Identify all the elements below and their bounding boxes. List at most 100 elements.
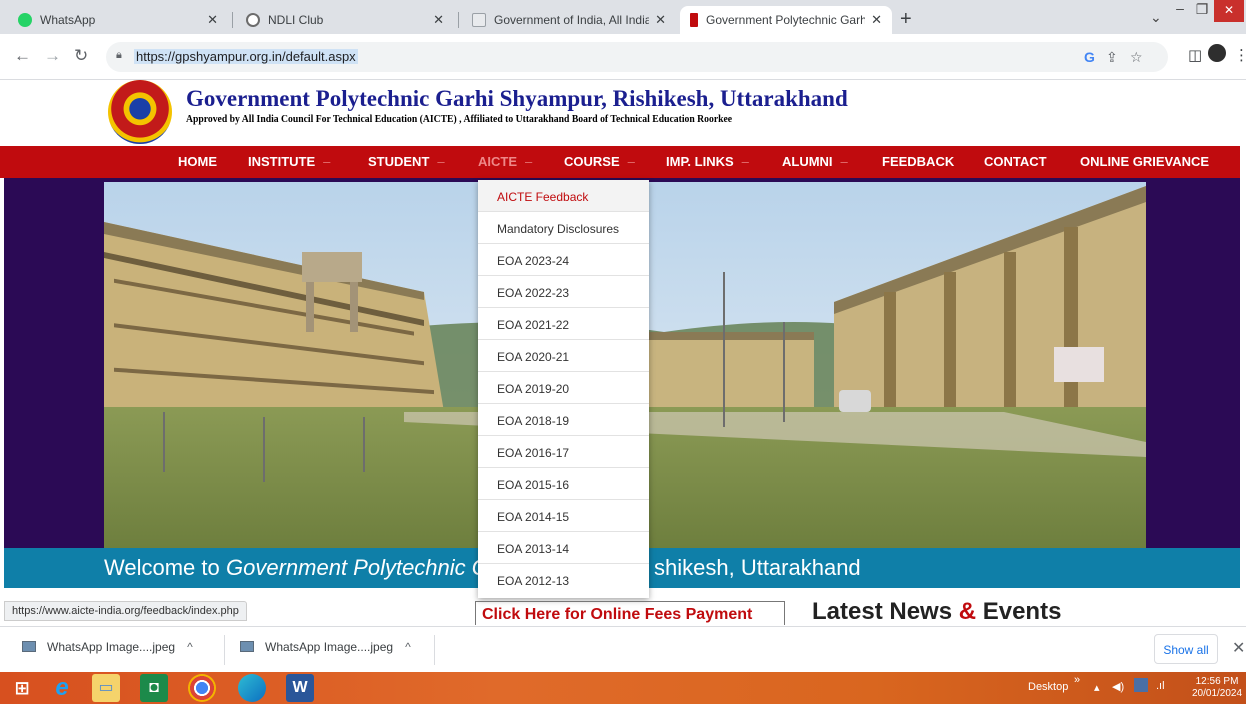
news-heading-part: Latest News bbox=[812, 598, 959, 625]
word-icon[interactable]: W bbox=[286, 674, 314, 702]
nav-contact[interactable]: CONTACT bbox=[984, 154, 1047, 169]
chevron-up-icon[interactable]: ^ bbox=[405, 640, 411, 654]
nav-label: IMP. LINKS bbox=[666, 154, 734, 169]
nav-label: STUDENT bbox=[368, 154, 430, 169]
tab-title: Government Polytechnic Garhi Sh bbox=[706, 13, 866, 27]
back-icon[interactable]: ← bbox=[14, 46, 31, 66]
windows-start-icon[interactable]: ⊞ bbox=[8, 674, 36, 702]
menu-item-eoa[interactable]: EOA 2018-19 bbox=[478, 404, 649, 436]
nav-imp-links[interactable]: IMP. LINKS – bbox=[666, 154, 749, 169]
nav-label: CONTACT bbox=[984, 154, 1047, 169]
menu-item-eoa[interactable]: EOA 2019-20 bbox=[478, 372, 649, 404]
action-center-icon[interactable] bbox=[1134, 678, 1148, 692]
forward-icon[interactable]: → bbox=[44, 46, 61, 66]
menu-item-eoa[interactable]: EOA 2015-16 bbox=[478, 468, 649, 500]
address-bar[interactable]: 🔒︎ https://gpshyampur.org.in/default.asp… bbox=[106, 42, 1168, 72]
page-icon bbox=[472, 13, 486, 27]
profile-avatar-icon[interactable] bbox=[1208, 44, 1226, 62]
image-file-icon bbox=[22, 641, 36, 652]
menu-item-eoa[interactable]: EOA 2016-17 bbox=[478, 436, 649, 468]
menu-item-eoa[interactable]: EOA 2020-21 bbox=[478, 340, 649, 372]
chevron-right-icon[interactable]: » bbox=[1074, 674, 1080, 686]
nav-feedback[interactable]: FEEDBACK bbox=[882, 154, 954, 169]
news-heading-part: Events bbox=[976, 598, 1062, 625]
nav-label: FEEDBACK bbox=[882, 154, 955, 169]
download-item[interactable]: WhatsApp Image....jpeg ^ bbox=[22, 640, 193, 654]
close-icon[interactable]: ✕ bbox=[207, 12, 218, 28]
site-subtitle: Approved by All India Council For Techni… bbox=[186, 113, 733, 125]
menu-item-eoa[interactable]: EOA 2013-14 bbox=[478, 532, 649, 564]
browser-toolbar: ← → ↻ 🔒︎ https://gpshyampur.org.in/defau… bbox=[0, 34, 1246, 80]
file-explorer-icon[interactable]: ▭ bbox=[92, 674, 120, 702]
dropdown-arrow-icon: – bbox=[840, 154, 848, 169]
bookmark-star-icon[interactable]: ☆ bbox=[1130, 49, 1143, 66]
menu-item-eoa[interactable]: EOA 2022-23 bbox=[478, 276, 649, 308]
ndli-icon bbox=[246, 13, 260, 27]
dropdown-arrow-icon: – bbox=[525, 154, 533, 169]
tab-whatsapp[interactable]: WhatsApp ✕ bbox=[8, 6, 228, 34]
tab-divider bbox=[458, 12, 459, 28]
menu-item-eoa[interactable]: EOA 2021-22 bbox=[478, 308, 649, 340]
menu-item-eoa[interactable]: EOA 2014-15 bbox=[478, 500, 649, 532]
download-filename: WhatsApp Image....jpeg bbox=[47, 640, 176, 654]
welcome-suffix: shikesh, Uttarakhand bbox=[654, 555, 861, 580]
download-item[interactable]: WhatsApp Image....jpeg ^ bbox=[240, 640, 411, 654]
nav-aicte[interactable]: AICTE – bbox=[478, 154, 532, 169]
main-nav: HOME INSTITUTE – STUDENT – AICTE – COURSE – … bbox=[0, 146, 1240, 178]
store-icon[interactable]: ◘ bbox=[140, 674, 168, 702]
nav-student[interactable]: STUDENT – bbox=[368, 154, 445, 169]
chevron-up-icon[interactable]: ^ bbox=[187, 640, 193, 654]
nav-home[interactable]: HOME bbox=[178, 154, 217, 169]
download-divider bbox=[224, 635, 225, 665]
minimize-icon[interactable]: – bbox=[1168, 0, 1192, 22]
tab-gp-garhi[interactable]: Government Polytechnic Garhi Sh ✕ bbox=[680, 6, 892, 34]
nav-label: ONLINE GRIEVANCE bbox=[1080, 154, 1210, 169]
whatsapp-icon bbox=[18, 13, 32, 27]
internet-explorer-icon[interactable]: e bbox=[48, 674, 76, 702]
nav-institute[interactable]: INSTITUTE – bbox=[248, 154, 330, 169]
restore-icon[interactable]: ❐ bbox=[1190, 1, 1214, 23]
window-close-icon[interactable]: ✕ bbox=[1214, 0, 1244, 22]
url-text[interactable]: https://gpshyampur.org.in/default.aspx bbox=[134, 49, 358, 64]
link-status-bubble: https://www.aicte-india.org/feedback/ind… bbox=[4, 601, 247, 621]
google-icon[interactable]: G bbox=[1084, 49, 1095, 65]
lock-icon[interactable]: 🔒︎ bbox=[116, 49, 122, 62]
tab-aicte[interactable]: Government of India, All India Co ✕ bbox=[462, 6, 676, 34]
edge-icon[interactable] bbox=[238, 674, 266, 702]
menu-item-eoa[interactable]: EOA 2023-24 bbox=[478, 244, 649, 276]
network-signal-icon[interactable]: .ıl bbox=[1156, 680, 1165, 692]
image-file-icon bbox=[240, 641, 254, 652]
online-fees-payment-link[interactable]: Click Here for Online Fees Payment bbox=[475, 601, 785, 625]
menu-item-mandatory-disclosures[interactable]: Mandatory Disclosures bbox=[478, 212, 649, 244]
volume-icon[interactable]: ◀) bbox=[1112, 680, 1124, 693]
tab-ndli[interactable]: NDLI Club ✕ bbox=[236, 6, 454, 34]
nav-online-grievance[interactable]: ONLINE GRIEVANCE bbox=[1080, 154, 1209, 169]
menu-kebab-icon[interactable]: ⋮ bbox=[1234, 46, 1246, 64]
close-download-bar-icon[interactable]: ✕ bbox=[1232, 638, 1245, 658]
clock-date: 20/01/2024 bbox=[1192, 688, 1243, 699]
tab-title: NDLI Club bbox=[268, 13, 324, 27]
close-icon[interactable]: ✕ bbox=[655, 12, 666, 28]
site-title: Government Polytechnic Garhi Shyampur, R… bbox=[186, 86, 848, 111]
system-clock[interactable]: 12:56 PM 20/01/2024 bbox=[1192, 676, 1242, 700]
windows-taskbar: ⊞ e ▭ ◘ W Desktop » ▴ ◀) .ıl 12:56 PM 20… bbox=[0, 672, 1246, 704]
close-icon[interactable]: ✕ bbox=[433, 12, 444, 28]
new-tab-button[interactable]: + bbox=[900, 8, 912, 31]
tab-search-icon[interactable]: ⌄ bbox=[1150, 9, 1162, 31]
nav-alumni[interactable]: ALUMNI – bbox=[782, 154, 848, 169]
nav-course[interactable]: COURSE – bbox=[564, 154, 635, 169]
desktop-toolbar-label[interactable]: Desktop bbox=[1028, 681, 1068, 693]
chrome-icon[interactable] bbox=[188, 674, 216, 702]
close-icon[interactable]: ✕ bbox=[871, 12, 882, 28]
menu-item-eoa[interactable]: EOA 2012-13 bbox=[478, 564, 649, 596]
side-panel-icon[interactable]: ◫ bbox=[1188, 46, 1202, 64]
institute-logo-icon[interactable] bbox=[108, 80, 172, 144]
reload-icon[interactable]: ↻ bbox=[74, 46, 88, 66]
show-hidden-icons-icon[interactable]: ▴ bbox=[1094, 681, 1100, 694]
download-divider bbox=[434, 635, 435, 665]
share-icon[interactable]: ⇪ bbox=[1106, 49, 1118, 66]
show-all-downloads-button[interactable]: Show all bbox=[1154, 634, 1218, 664]
menu-item-aicte-feedback[interactable]: AICTE Feedback bbox=[478, 180, 649, 212]
latest-news-heading: Latest News & Events bbox=[812, 598, 1061, 626]
nav-label: COURSE bbox=[564, 154, 620, 169]
